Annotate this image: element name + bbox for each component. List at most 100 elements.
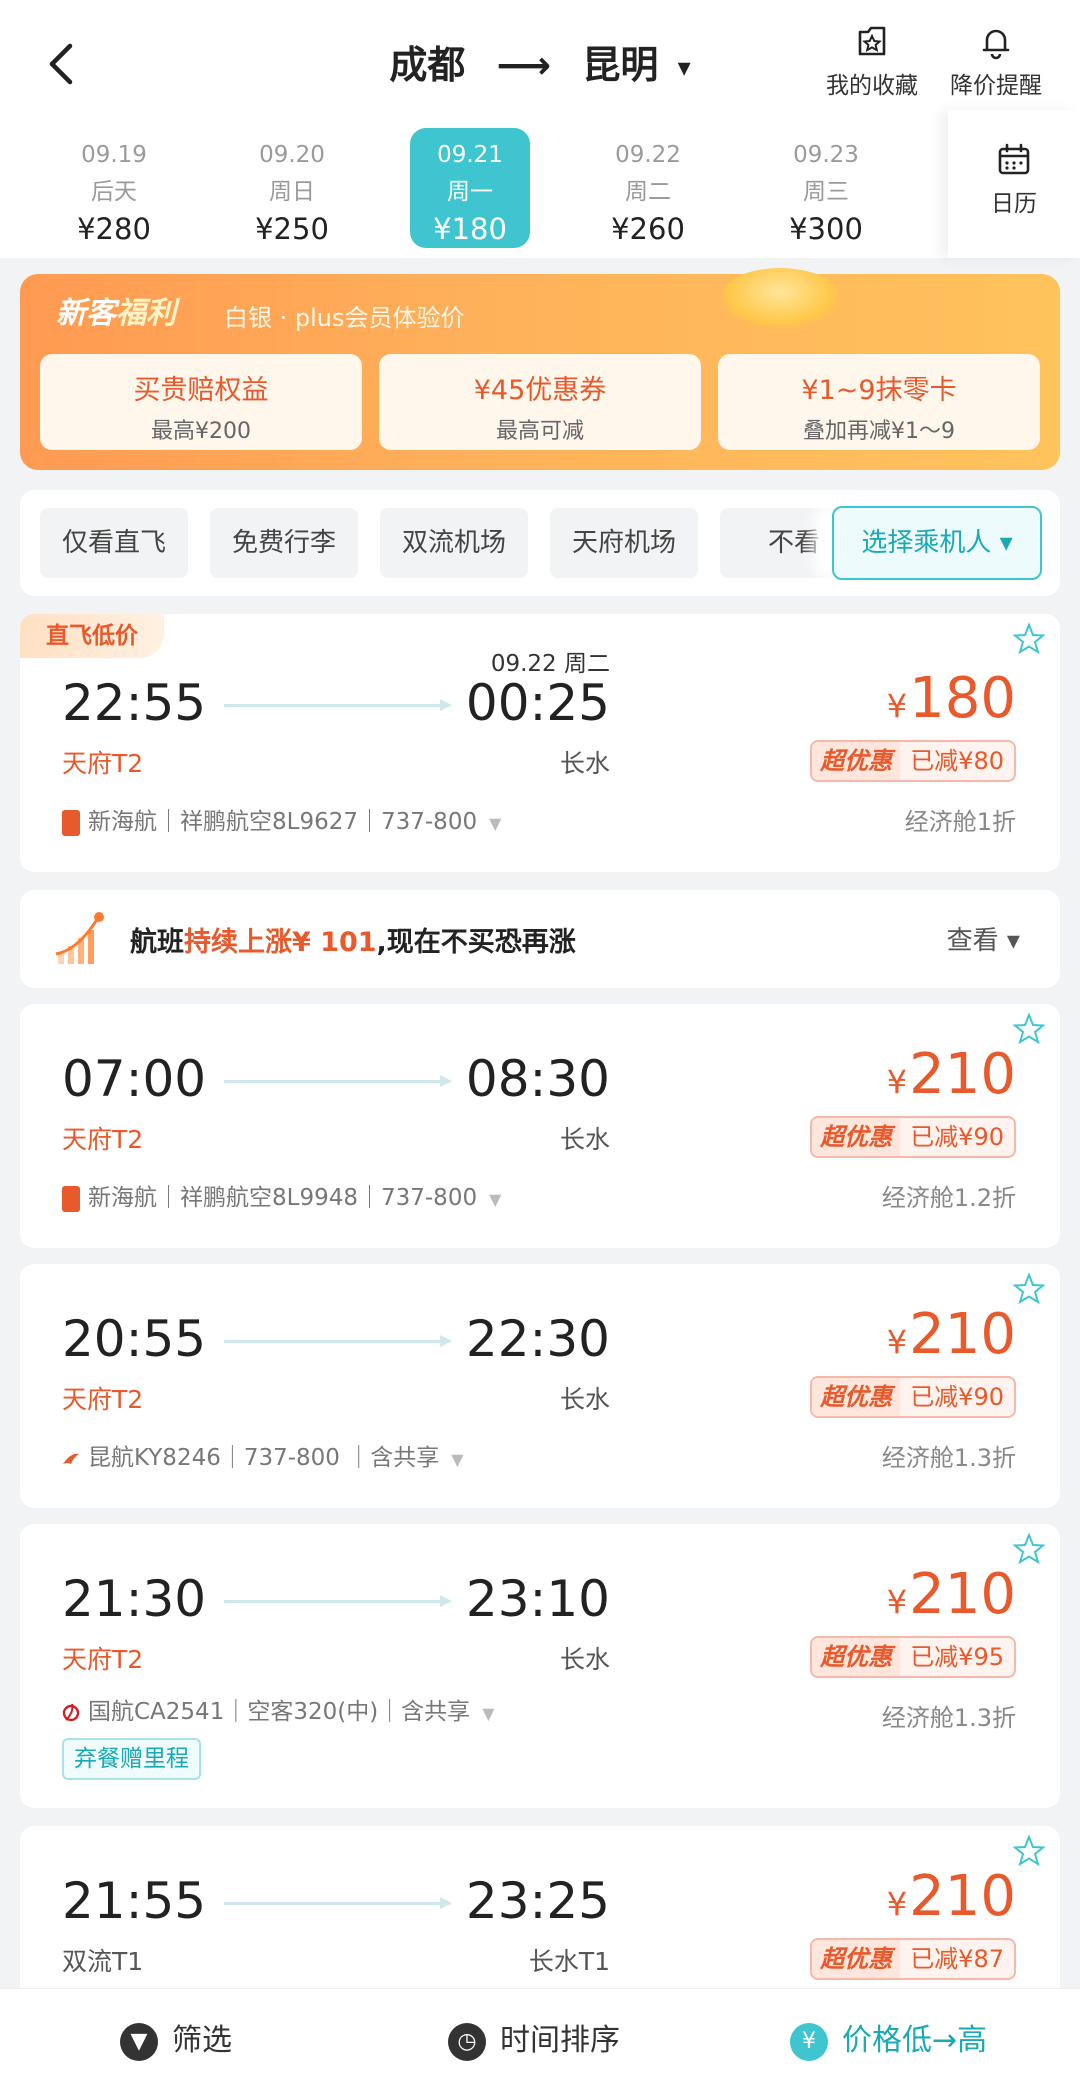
date-selector: 09.19 后天 ¥280 09.20 周日 ¥250 09.21 周一 ¥18…	[0, 124, 940, 254]
discount-badge: 超优惠 已减¥87	[810, 1938, 1016, 1980]
promo-card-coupon[interactable]: ¥45优惠券 最高可减	[379, 354, 701, 450]
airline-info: 新海航｜祥鹏航空8L9627｜737-800 ▼	[62, 802, 501, 836]
expand-caret-icon[interactable]: ▼	[451, 1450, 463, 1469]
expand-caret-icon[interactable]: ▼	[489, 814, 501, 833]
star-icon[interactable]	[1012, 622, 1046, 656]
price-trend-text: 航班持续上涨¥ 101,现在不买恐再涨	[130, 927, 576, 958]
departure-airport: 天府T2	[62, 749, 144, 778]
cabin-discount: 经济舱1折	[904, 808, 1016, 836]
arrival-airport: 长水	[559, 749, 610, 778]
filter-chip-tianfu[interactable]: 天府机场	[550, 508, 698, 578]
date-tab-0920[interactable]: 09.20 周日 ¥250	[232, 128, 352, 248]
departure-airport: 天府T2	[62, 1125, 144, 1154]
new-user-promo-banner: 新客福利 白银 · plus会员体验价 买贵赔权益 最高¥200 ¥45优惠券 …	[20, 268, 1060, 470]
arrival-date-label: 09.22 周二	[490, 651, 610, 677]
departure-airport: 天府T2	[62, 1385, 144, 1414]
caret-down-icon: ▾	[677, 52, 691, 83]
flight-price: ¥210	[886, 1864, 1016, 1929]
star-icon[interactable]	[1012, 1834, 1046, 1868]
calendar-icon	[998, 143, 1030, 175]
filter-chip-shuangliu[interactable]: 双流机场	[380, 508, 528, 578]
origin-city: 成都	[389, 43, 466, 87]
arrival-time: 23:10	[465, 1570, 610, 1628]
sort-by-price-button[interactable]: ¥ 价格低→高	[790, 2015, 987, 2061]
calendar-button[interactable]: 日历	[948, 110, 1080, 258]
star-icon[interactable]	[1012, 1012, 1046, 1046]
price-alert-button[interactable]: 降价提醒	[950, 22, 1042, 100]
clock-icon: ◷	[448, 2022, 486, 2061]
airline-info: 新海航｜祥鹏航空8L9948｜737-800 ▼	[62, 1178, 501, 1212]
airline-logo-icon	[62, 1185, 80, 1212]
date-tab-0921[interactable]: 09.21 周一 ¥180	[410, 128, 530, 248]
cabin-discount: 经济舱1.3折	[881, 1444, 1016, 1472]
yen-icon: ¥	[790, 2022, 828, 2061]
promo-heading: 新客福利	[56, 296, 176, 331]
filter-button[interactable]: ▼ 筛选	[120, 2015, 232, 2061]
flight-card[interactable]: 直飞低价 09.22 周二 22:55 00:25 天府T2 长水 ¥180 超…	[20, 614, 1060, 872]
gold-coin-decoration	[720, 268, 840, 328]
view-trend-button[interactable]: 查看 ▾	[947, 920, 1020, 957]
promo-subtitle: 白银 · plus会员体验价	[224, 304, 465, 332]
destination-city: 昆明	[582, 43, 659, 87]
air-china-logo-icon	[62, 1703, 80, 1721]
bell-icon	[982, 29, 1010, 60]
promo-card-rounding[interactable]: ¥1~9抹零卡 叠加再减¥1～9	[718, 354, 1040, 450]
favorites-button[interactable]: 我的收藏	[826, 22, 918, 100]
select-passenger-button[interactable]: 选择乘机人 ▾	[832, 506, 1042, 580]
discount-badge: 超优惠 已减¥90	[810, 1116, 1016, 1158]
departure-time: 21:30	[62, 1570, 207, 1628]
calendar-label: 日历	[991, 191, 1037, 217]
flight-card[interactable]: 21:55 23:25 双流T1 长水T1 ¥210 超优惠 已减¥87	[20, 1826, 1060, 2006]
arrival-airport: 长水	[559, 1645, 610, 1674]
departure-time: 22:55	[62, 674, 207, 732]
expand-caret-icon[interactable]: ▼	[482, 1704, 494, 1723]
airline-info: 昆航KY8246｜737-800 ｜含共享 ▼	[62, 1438, 464, 1472]
arrival-airport: 长水	[559, 1385, 610, 1414]
departure-time: 21:55	[62, 1872, 207, 1930]
departure-airport: 天府T2	[62, 1645, 144, 1674]
price-trend-banner[interactable]: 航班持续上涨¥ 101,现在不买恐再涨 查看 ▾	[20, 890, 1060, 988]
flight-card[interactable]: 21:30 23:10 天府T2 长水 ¥210 超优惠 已减¥95 国航CA25…	[20, 1524, 1060, 1808]
quick-filter-bar: 仅看直飞 免费行李 双流机场 天府机场 不看 选择乘机人 ▾	[20, 490, 1060, 596]
discount-badge: 超优惠 已减¥80	[810, 740, 1016, 782]
meal-waiver-mileage-tag: 弃餐赠里程	[62, 1738, 201, 1780]
flight-price: ¥210	[886, 1042, 1016, 1107]
arrival-time: 23:25	[465, 1872, 610, 1930]
sort-by-time-button[interactable]: ◷ 时间排序	[448, 2015, 620, 2061]
discount-badge: 超优惠 已减¥95	[810, 1636, 1016, 1678]
airline-info: 国航CA2541｜空客320(中)｜含共享 ▼	[62, 1692, 495, 1726]
star-icon[interactable]	[1012, 1532, 1046, 1566]
airline-logo-icon	[62, 809, 80, 836]
route-arrow: ⟶	[496, 43, 552, 87]
filter-funnel-icon: ▼	[120, 2022, 158, 2061]
filter-chip-free-baggage[interactable]: 免费行李	[210, 508, 358, 578]
favorites-icon	[858, 26, 886, 56]
arrival-time: 00:25	[465, 674, 610, 732]
filter-chip-direct[interactable]: 仅看直飞	[40, 508, 188, 578]
flight-price: ¥210	[886, 1302, 1016, 1367]
discount-badge: 超优惠 已减¥90	[810, 1376, 1016, 1418]
direct-low-price-tag: 直飞低价	[20, 614, 164, 658]
expand-caret-icon[interactable]: ▼	[489, 1190, 501, 1209]
flight-card[interactable]: 20:55 22:30 天府T2 长水 ¥210 超优惠 已减¥90 昆航KY82…	[20, 1264, 1060, 1508]
kunming-airlines-logo-icon	[63, 1453, 79, 1464]
favorites-label: 我的收藏	[826, 73, 918, 99]
star-icon[interactable]	[1012, 1272, 1046, 1306]
flight-price: ¥180	[886, 666, 1016, 731]
promo-card-price-protect[interactable]: 买贵赔权益 最高¥200	[40, 354, 362, 450]
departure-airport: 双流T1	[62, 1947, 144, 1976]
cabin-discount: 经济舱1.3折	[881, 1704, 1016, 1732]
cabin-discount: 经济舱1.2折	[881, 1184, 1016, 1212]
header-area: 成都 ⟶ 昆明 ▾ 我的收藏 降价提醒 09.19 后天 ¥280 09.20 …	[0, 0, 1080, 258]
flight-card[interactable]: 07:00 08:30 天府T2 长水 ¥210 超优惠 已减¥90 新海航｜祥鹏…	[20, 1004, 1060, 1248]
departure-time: 07:00	[62, 1050, 207, 1108]
departure-time: 20:55	[62, 1310, 207, 1368]
date-tab-0923[interactable]: 09.23 周三 ¥300	[766, 128, 886, 248]
date-tab-0922[interactable]: 09.22 周二 ¥260	[588, 128, 708, 248]
route-title[interactable]: 成都 ⟶ 昆明 ▾	[0, 34, 1080, 89]
date-tab-0919[interactable]: 09.19 后天 ¥280	[54, 128, 174, 248]
flight-price: ¥210	[886, 1562, 1016, 1627]
rising-trend-icon	[55, 912, 104, 964]
bottom-sort-bar: ▼ 筛选 ◷ 时间排序 ¥ 价格低→高	[0, 1988, 1080, 2093]
arrival-time: 22:30	[465, 1310, 610, 1368]
